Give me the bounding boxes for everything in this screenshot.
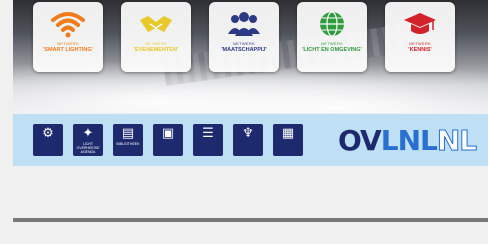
tile-prefix: NETWERK bbox=[232, 41, 256, 46]
resource-button-4[interactable]: ▣ bbox=[153, 124, 183, 156]
handshake-icon bbox=[140, 16, 172, 32]
monitor-icon: ▣ bbox=[161, 126, 175, 141]
library-icon: ▤ bbox=[121, 126, 135, 141]
people-icon bbox=[228, 12, 260, 36]
city-lights-icon: ✦ bbox=[82, 126, 94, 141]
graduation-cap-icon bbox=[404, 13, 436, 34]
gear-icon: ⚙ bbox=[42, 126, 54, 141]
resource-label: BIBLIOTHEEK bbox=[116, 142, 140, 146]
tile-prefix: NETWERK bbox=[144, 41, 168, 46]
tile-label: 'MAATSCHAPPIJ' bbox=[221, 47, 267, 53]
resource-button-7[interactable]: ▦ bbox=[273, 124, 303, 156]
tile-licht-en-omgeving[interactable]: NETWERK 'LICHT EN OMGEVING' bbox=[297, 2, 367, 72]
wifi-icon bbox=[51, 12, 85, 38]
logo-part-lnl: LNL bbox=[380, 123, 438, 157]
tablet-icon: ▦ bbox=[281, 126, 295, 141]
tile-evenementen[interactable]: NETWERK 'EVENEMENTEN' bbox=[121, 2, 191, 72]
award-icon: ♆ bbox=[242, 126, 254, 141]
tile-label: 'SMART LIGHTING' bbox=[43, 47, 93, 53]
resource-button-5[interactable]: ☰ bbox=[193, 124, 223, 156]
network-tiles: NETWERK 'SMART LIGHTING' NETWERK 'EVENEM… bbox=[33, 2, 455, 72]
resource-icons: ⚙ ✦ LICHT OVERHEIDSE AGENDA ▤ BIBLIOTHEE… bbox=[33, 124, 303, 156]
tile-prefix: NETWERK bbox=[320, 41, 344, 46]
logo-part-ov: OV bbox=[338, 123, 382, 157]
tile-prefix: NETWERK bbox=[408, 41, 432, 46]
tile-maatschappij[interactable]: NETWERK 'MAATSCHAPPIJ' bbox=[209, 2, 279, 72]
hero-banner: NETWERK 'SMART LIGHTING' NETWERK 'EVENEM… bbox=[13, 0, 488, 113]
ovlnl-logo[interactable]: OV LNL NL bbox=[338, 123, 478, 157]
resource-button-3[interactable]: ▤ BIBLIOTHEEK bbox=[113, 124, 143, 156]
tile-kennis[interactable]: NETWERK 'KENNIS' bbox=[385, 2, 455, 72]
resource-button-1[interactable]: ⚙ bbox=[33, 124, 63, 156]
logo-part-nl: NL bbox=[436, 123, 477, 157]
divider bbox=[13, 218, 488, 222]
tile-prefix: NETWERK bbox=[56, 41, 80, 46]
resource-button-2[interactable]: ✦ LICHT OVERHEIDSE AGENDA bbox=[73, 124, 103, 156]
resource-button-6[interactable]: ♆ bbox=[233, 124, 263, 156]
tile-label: 'LICHT EN OMGEVING' bbox=[302, 47, 362, 53]
tile-label: 'EVENEMENTEN' bbox=[133, 47, 179, 53]
resource-label: LICHT OVERHEIDSE AGENDA bbox=[76, 142, 100, 154]
tile-label: 'KENNIS' bbox=[408, 47, 432, 53]
globe-icon bbox=[320, 11, 344, 37]
resource-bar: ⚙ ✦ LICHT OVERHEIDSE AGENDA ▤ BIBLIOTHEE… bbox=[13, 114, 488, 166]
book-icon: ☰ bbox=[202, 126, 214, 141]
tile-smart-lighting[interactable]: NETWERK 'SMART LIGHTING' bbox=[33, 2, 103, 72]
